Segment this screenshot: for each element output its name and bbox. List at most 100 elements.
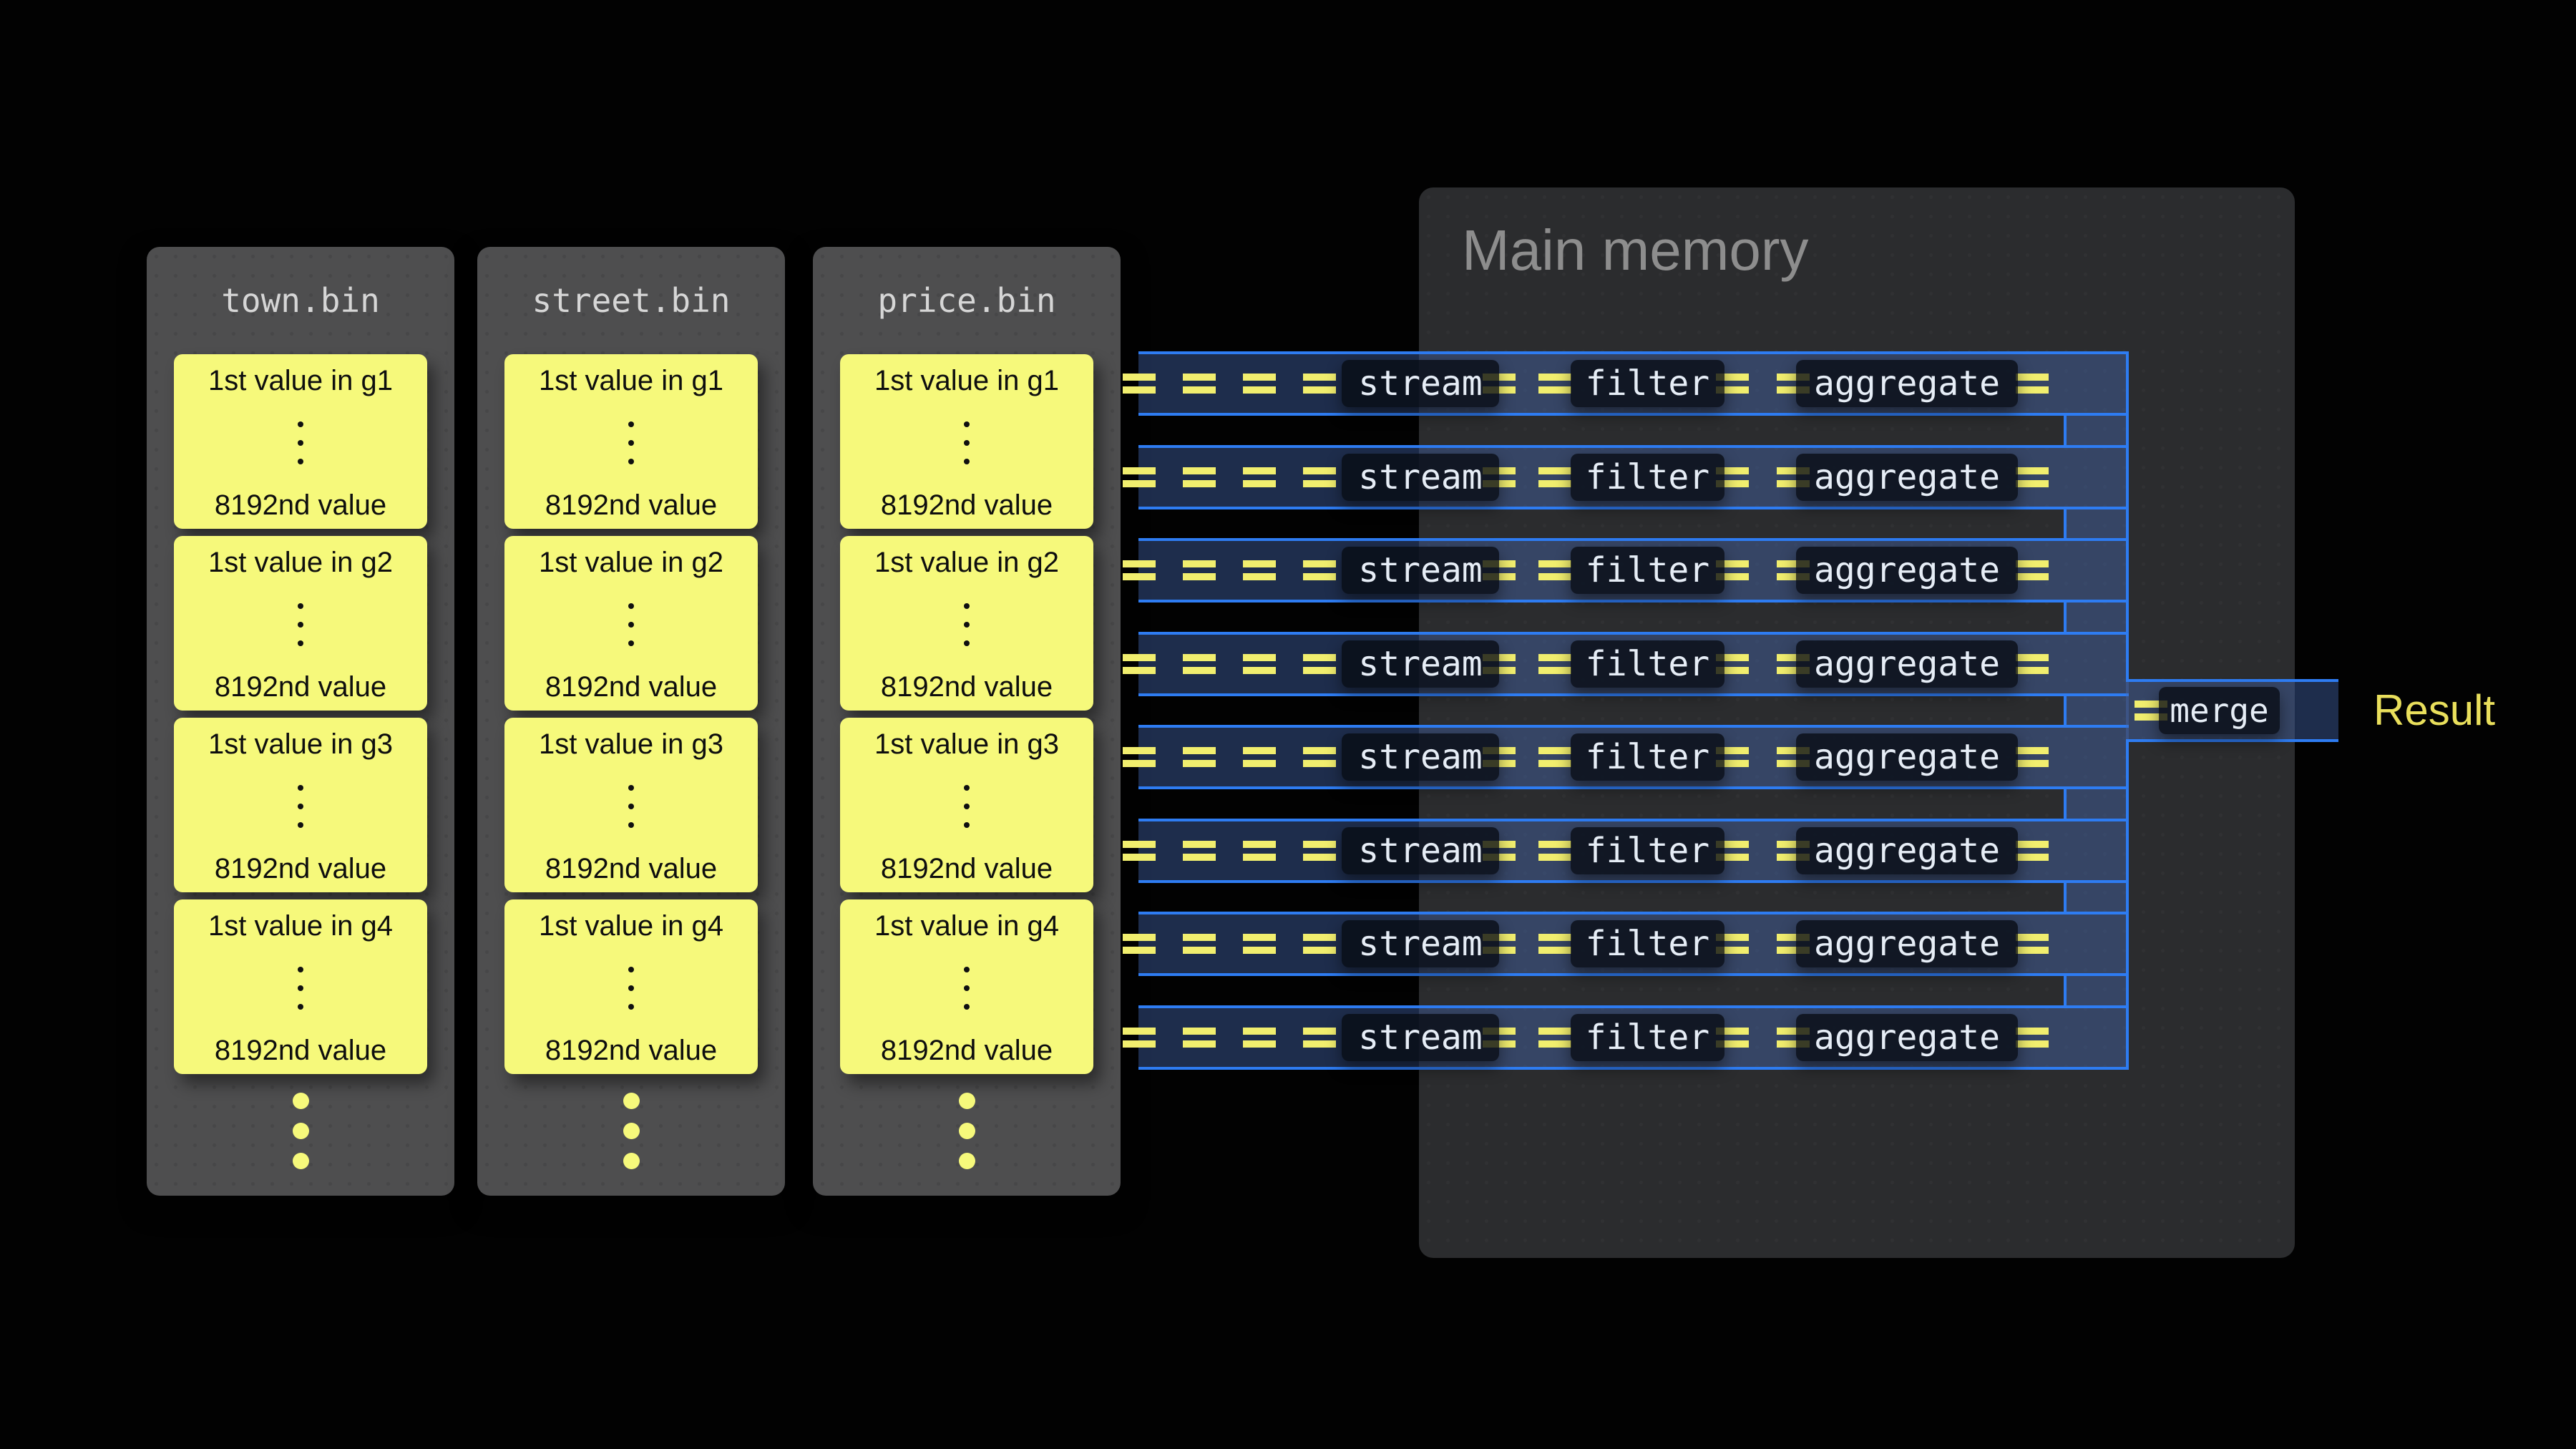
channel-separator-box xyxy=(1138,602,2067,632)
stream-operator-box: stream xyxy=(1342,547,1499,594)
stream-channel-content: stream filter aggregate xyxy=(1123,360,2049,407)
ellipsis-icon xyxy=(964,785,970,828)
stream-channel: stream filter aggregate xyxy=(1138,725,2129,789)
data-flow-dash-icon xyxy=(1183,934,1216,954)
data-flow-dash-icon xyxy=(1538,467,1571,487)
group-first-value: 1st value in g2 xyxy=(208,547,393,577)
filter-operator-label: filter xyxy=(1586,364,1709,404)
memory-connector-strip xyxy=(2067,883,2129,912)
data-flow-dash-icon xyxy=(1183,841,1216,861)
merge-channel: merge xyxy=(2126,679,2338,743)
aggregate-operator-box: aggregate xyxy=(1796,827,2018,874)
data-flow-dash-icon xyxy=(1183,560,1216,580)
memory-connector-strip xyxy=(2067,509,2129,539)
filter-operator-box: filter xyxy=(1571,454,1724,501)
file-name: street.bin xyxy=(477,247,785,354)
main-memory-title: Main memory xyxy=(1462,222,1809,279)
channel-separator-box xyxy=(1138,416,2067,445)
aggregate-operator-box: aggregate xyxy=(1796,920,2018,967)
value-group-cell: 1st value in g3 8192nd value xyxy=(504,718,758,892)
ellipsis-icon xyxy=(628,603,634,646)
stream-operator-box: stream xyxy=(1342,827,1499,874)
aggregate-operator-box: aggregate xyxy=(1796,360,2018,407)
value-group-list: 1st value in g1 8192nd value 1st value i… xyxy=(813,354,1121,1074)
channel-separator-box xyxy=(1138,509,2067,539)
memory-connector-strip xyxy=(2067,602,2129,632)
ellipsis-icon xyxy=(628,967,634,1010)
channel-separator xyxy=(1138,509,2129,539)
group-last-value: 8192nd value xyxy=(215,490,386,520)
aggregate-operator-label: aggregate xyxy=(1814,457,2000,497)
aggregate-operator-box: aggregate xyxy=(1796,640,2018,688)
group-first-value: 1st value in g3 xyxy=(539,729,723,759)
filter-operator-label: filter xyxy=(1586,737,1709,777)
aggregate-operator-label: aggregate xyxy=(1814,550,2000,590)
file-name: price.bin xyxy=(813,247,1121,354)
aggregate-operator-label: aggregate xyxy=(1814,364,2000,404)
group-first-value: 1st value in g4 xyxy=(874,911,1059,941)
data-flow-dash-icon xyxy=(1123,934,1156,954)
group-first-value: 1st value in g1 xyxy=(874,366,1059,396)
group-first-value: 1st value in g2 xyxy=(539,547,723,577)
channel-separator xyxy=(1138,602,2129,632)
data-flow-dash-icon xyxy=(1123,747,1156,767)
value-group-cell: 1st value in g4 8192nd value xyxy=(504,899,758,1074)
data-flow-dash-icon xyxy=(1538,374,1571,394)
aggregate-operator-label: aggregate xyxy=(1814,1018,2000,1058)
group-first-value: 1st value in g4 xyxy=(208,911,393,941)
data-flow-dash-icon xyxy=(1303,934,1336,954)
value-group-cell: 1st value in g1 8192nd value xyxy=(504,354,758,529)
stream-channel: stream filter aggregate xyxy=(1138,351,2129,416)
stream-channel-content: stream filter aggregate xyxy=(1123,547,2049,594)
group-first-value: 1st value in g1 xyxy=(539,366,723,396)
filter-operator-label: filter xyxy=(1586,644,1709,684)
data-flow-dash-icon xyxy=(1243,560,1276,580)
result-label: Result xyxy=(2373,687,2495,734)
data-flow-dash-icon xyxy=(1183,374,1216,394)
data-flow-dash-icon xyxy=(1243,654,1276,674)
column-file-panel: street.bin 1st value in g1 8192nd value … xyxy=(477,247,785,1196)
data-flow-dash-icon xyxy=(1243,841,1276,861)
memory-connector-strip xyxy=(2067,696,2129,726)
filter-operator-box: filter xyxy=(1571,733,1724,781)
filter-operator-box: filter xyxy=(1571,547,1724,594)
more-groups-ellipsis-icon xyxy=(477,1093,785,1169)
diagram-canvas: town.bin 1st value in g1 8192nd value 1s… xyxy=(0,0,2576,1449)
stream-operator-box: stream xyxy=(1342,454,1499,501)
file-name: town.bin xyxy=(147,247,454,354)
group-last-value: 8192nd value xyxy=(215,1035,386,1065)
stream-channel: stream filter aggregate xyxy=(1138,445,2129,509)
stream-channel-content: stream filter aggregate xyxy=(1123,827,2049,874)
filter-operator-box: filter xyxy=(1571,827,1724,874)
data-flow-dash-icon xyxy=(1183,654,1216,674)
stream-operator-label: stream xyxy=(1358,457,1482,497)
data-flow-dash-icon xyxy=(1538,747,1571,767)
more-groups-ellipsis-icon xyxy=(813,1093,1121,1169)
data-flow-dash-icon xyxy=(1538,560,1571,580)
value-group-cell: 1st value in g2 8192nd value xyxy=(840,536,1093,711)
value-group-cell: 1st value in g1 8192nd value xyxy=(840,354,1093,529)
stream-operator-label: stream xyxy=(1358,550,1482,590)
ellipsis-icon xyxy=(298,421,303,464)
data-flow-dash-icon xyxy=(2016,934,2049,954)
data-flow-dash-icon xyxy=(2016,374,2049,394)
filter-operator-label: filter xyxy=(1586,550,1709,590)
group-first-value: 1st value in g4 xyxy=(539,911,723,941)
stream-operator-label: stream xyxy=(1358,831,1482,871)
channel-separator xyxy=(1138,696,2129,726)
channel-separator xyxy=(1138,976,2129,1005)
filter-operator-box: filter xyxy=(1571,360,1724,407)
column-file-panel: price.bin 1st value in g1 8192nd value 1… xyxy=(813,247,1121,1196)
data-flow-dash-icon xyxy=(2016,841,2049,861)
data-flow-dash-icon xyxy=(1538,654,1571,674)
stream-operator-box: stream xyxy=(1342,360,1499,407)
stream-operator-label: stream xyxy=(1358,1018,1482,1058)
stream-channel-content: stream filter aggregate xyxy=(1123,640,2049,688)
merge-operator-box: merge xyxy=(2159,687,2280,734)
group-last-value: 8192nd value xyxy=(881,1035,1053,1065)
data-flow-dash-icon xyxy=(2016,1028,2049,1048)
data-flow-dash-icon xyxy=(1183,467,1216,487)
ellipsis-icon xyxy=(628,785,634,828)
filter-operator-label: filter xyxy=(1586,924,1709,964)
pipeline-right-border-bottom xyxy=(2126,742,2129,1070)
